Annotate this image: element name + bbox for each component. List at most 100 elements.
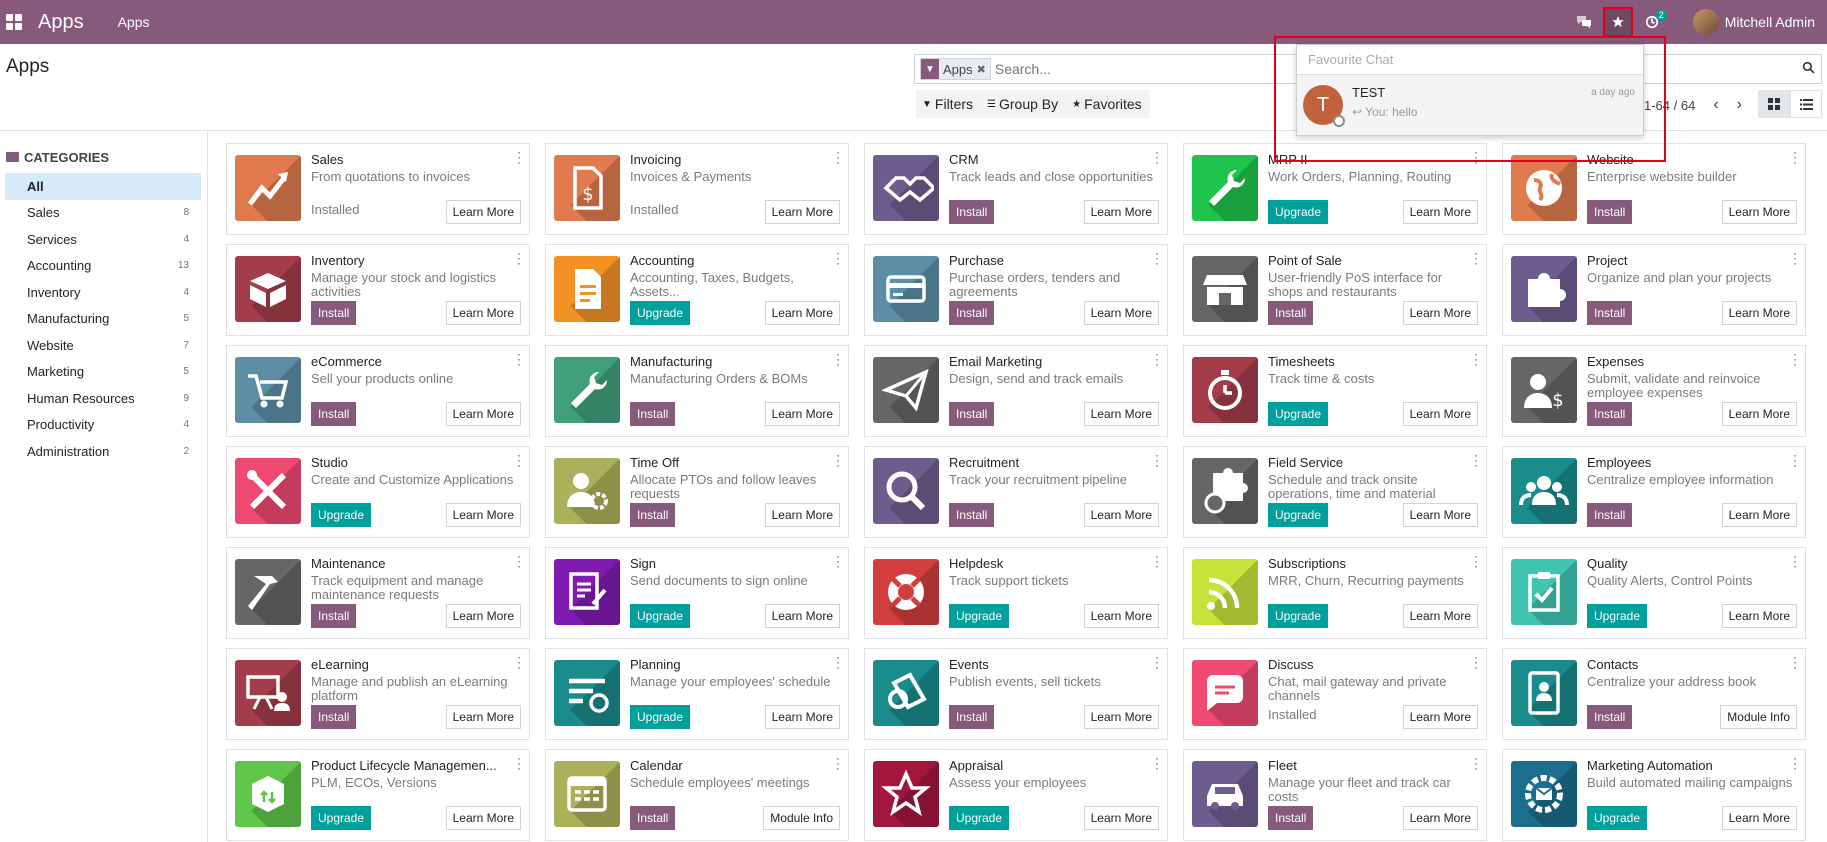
- learn-more-button[interactable]: Learn More: [445, 503, 521, 527]
- install-button[interactable]: Install: [630, 806, 676, 830]
- upgrade-button[interactable]: Upgrade: [311, 503, 372, 527]
- learn-more-button[interactable]: Learn More: [1721, 503, 1797, 527]
- sidebar-item-administration[interactable]: Administration 2: [5, 438, 201, 465]
- upgrade-button[interactable]: Upgrade: [1268, 604, 1329, 628]
- install-button[interactable]: Install: [630, 402, 676, 426]
- learn-more-button[interactable]: Learn More: [764, 200, 840, 224]
- app-menu-grid-icon[interactable]: [6, 14, 22, 30]
- learn-more-button[interactable]: Module Info: [763, 806, 840, 830]
- upgrade-button[interactable]: Upgrade: [630, 301, 691, 325]
- install-button[interactable]: Install: [949, 705, 995, 729]
- kebab-menu-icon[interactable]: · · ·: [1155, 550, 1159, 572]
- learn-more-button[interactable]: Learn More: [1402, 806, 1478, 830]
- learn-more-button[interactable]: Learn More: [1083, 503, 1159, 527]
- learn-more-button[interactable]: Learn More: [1402, 402, 1478, 426]
- install-button[interactable]: Install: [949, 402, 995, 426]
- filters-button[interactable]: ▼ Filters: [922, 96, 973, 112]
- kebab-menu-icon[interactable]: · · ·: [517, 449, 521, 471]
- favorites-button[interactable]: ★ Favorites: [1072, 96, 1142, 112]
- sidebar-item-services[interactable]: Services 4: [5, 226, 201, 253]
- learn-more-button[interactable]: Module Info: [1720, 705, 1797, 729]
- upgrade-button[interactable]: Upgrade: [949, 604, 1010, 628]
- learn-more-button[interactable]: Learn More: [445, 402, 521, 426]
- sidebar-item-all[interactable]: All: [5, 173, 201, 200]
- learn-more-button[interactable]: Learn More: [764, 301, 840, 325]
- install-button[interactable]: Install: [1587, 503, 1633, 527]
- learn-more-button[interactable]: Learn More: [445, 200, 521, 224]
- kebab-menu-icon[interactable]: · · ·: [1793, 247, 1797, 269]
- install-button[interactable]: Install: [949, 301, 995, 325]
- sidebar-item-human-resources[interactable]: Human Resources 9: [5, 385, 201, 412]
- favourite-chat-search[interactable]: Favourite Chat: [1297, 45, 1643, 75]
- pager-next-icon[interactable]: ›: [1737, 96, 1742, 114]
- search-icon[interactable]: [1795, 61, 1821, 77]
- kebab-menu-icon[interactable]: · · ·: [1793, 449, 1797, 471]
- learn-more-button[interactable]: Learn More: [764, 402, 840, 426]
- sidebar-item-accounting[interactable]: Accounting 13: [5, 253, 201, 280]
- install-button[interactable]: Install: [311, 402, 357, 426]
- upgrade-button[interactable]: Upgrade: [1587, 806, 1648, 830]
- install-button[interactable]: Install: [630, 503, 676, 527]
- kebab-menu-icon[interactable]: · · ·: [836, 752, 840, 774]
- sidebar-item-manufacturing[interactable]: Manufacturing 5: [5, 306, 201, 333]
- kebab-menu-icon[interactable]: · · ·: [517, 651, 521, 673]
- activity-clock-icon[interactable]: 2: [1639, 9, 1667, 35]
- kebab-menu-icon[interactable]: · · ·: [1793, 752, 1797, 774]
- learn-more-button[interactable]: Learn More: [1721, 806, 1797, 830]
- kebab-menu-icon[interactable]: · · ·: [1474, 247, 1478, 269]
- kebab-menu-icon[interactable]: · · ·: [1474, 348, 1478, 370]
- upgrade-button[interactable]: Upgrade: [630, 705, 691, 729]
- kebab-menu-icon[interactable]: · · ·: [517, 550, 521, 572]
- pager-value[interactable]: 1-64 / 64: [1644, 98, 1695, 113]
- kanban-view-button[interactable]: [1758, 90, 1790, 118]
- learn-more-button[interactable]: Learn More: [445, 604, 521, 628]
- learn-more-button[interactable]: Learn More: [1083, 806, 1159, 830]
- learn-more-button[interactable]: Learn More: [445, 301, 521, 325]
- upgrade-button[interactable]: Upgrade: [1587, 604, 1648, 628]
- kebab-menu-icon[interactable]: · · ·: [1155, 752, 1159, 774]
- kebab-menu-icon[interactable]: · · ·: [1474, 550, 1478, 572]
- kebab-menu-icon[interactable]: · · ·: [517, 247, 521, 269]
- learn-more-button[interactable]: Learn More: [1721, 200, 1797, 224]
- kebab-menu-icon[interactable]: · · ·: [1474, 752, 1478, 774]
- install-button[interactable]: Install: [1587, 200, 1633, 224]
- install-button[interactable]: Install: [311, 705, 357, 729]
- learn-more-button[interactable]: Learn More: [764, 503, 840, 527]
- group-by-button[interactable]: ☰ Group By: [987, 96, 1058, 112]
- pager-previous-icon[interactable]: ‹: [1713, 96, 1718, 114]
- kebab-menu-icon[interactable]: · · ·: [1155, 348, 1159, 370]
- menu-apps[interactable]: Apps: [118, 14, 150, 30]
- chat-preview-item[interactable]: T TEST a day ago ↩ You: hello: [1297, 75, 1643, 135]
- sidebar-item-productivity[interactable]: Productivity 4: [5, 412, 201, 439]
- messaging-icon[interactable]: [1571, 9, 1597, 35]
- install-button[interactable]: Install: [311, 604, 357, 628]
- sidebar-item-inventory[interactable]: Inventory 4: [5, 279, 201, 306]
- kebab-menu-icon[interactable]: · · ·: [1155, 651, 1159, 673]
- learn-more-button[interactable]: Learn More: [445, 705, 521, 729]
- kebab-menu-icon[interactable]: · · ·: [1474, 146, 1478, 168]
- upgrade-button[interactable]: Upgrade: [311, 806, 372, 830]
- learn-more-button[interactable]: Learn More: [1083, 705, 1159, 729]
- facet-remove-icon[interactable]: ✖: [977, 63, 990, 76]
- upgrade-button[interactable]: Upgrade: [1268, 503, 1329, 527]
- learn-more-button[interactable]: Learn More: [445, 806, 521, 830]
- kebab-menu-icon[interactable]: · · ·: [836, 651, 840, 673]
- kebab-menu-icon[interactable]: · · ·: [836, 550, 840, 572]
- favourite-star-icon[interactable]: [1602, 7, 1633, 37]
- kebab-menu-icon[interactable]: · · ·: [836, 247, 840, 269]
- learn-more-button[interactable]: Learn More: [764, 705, 840, 729]
- kebab-menu-icon[interactable]: · · ·: [1793, 348, 1797, 370]
- learn-more-button[interactable]: Learn More: [764, 604, 840, 628]
- learn-more-button[interactable]: Learn More: [1402, 705, 1478, 729]
- list-view-button[interactable]: [1790, 90, 1822, 118]
- learn-more-button[interactable]: Learn More: [1083, 402, 1159, 426]
- learn-more-button[interactable]: Learn More: [1402, 200, 1478, 224]
- learn-more-button[interactable]: Learn More: [1402, 604, 1478, 628]
- kebab-menu-icon[interactable]: · · ·: [1155, 247, 1159, 269]
- kebab-menu-icon[interactable]: · · ·: [1793, 651, 1797, 673]
- install-button[interactable]: Install: [1587, 402, 1633, 426]
- learn-more-button[interactable]: Learn More: [1402, 503, 1478, 527]
- upgrade-button[interactable]: Upgrade: [1268, 402, 1329, 426]
- kebab-menu-icon[interactable]: · · ·: [836, 449, 840, 471]
- kebab-menu-icon[interactable]: · · ·: [1474, 449, 1478, 471]
